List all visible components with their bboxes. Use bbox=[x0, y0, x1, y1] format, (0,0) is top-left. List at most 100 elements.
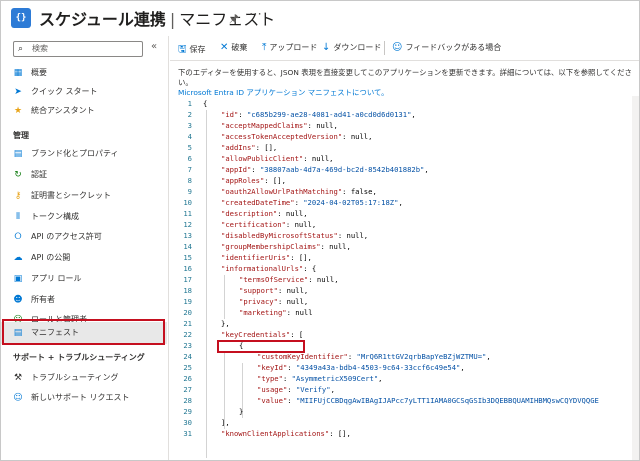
download-icon: ↓ bbox=[322, 42, 331, 53]
line-number: 30 bbox=[183, 418, 192, 427]
feedback-button[interactable]: ☺ フィードバックがある場合 bbox=[392, 42, 501, 53]
save-icon: 🖫 bbox=[178, 44, 187, 55]
indent-guide bbox=[224, 275, 225, 319]
code-text: "marketing": null bbox=[239, 308, 313, 317]
sidebar-item-label: 認証 bbox=[31, 170, 47, 179]
line-number: 12 bbox=[183, 220, 192, 229]
ellipsis-icon[interactable]: ⋯ bbox=[249, 7, 263, 22]
code-text: "id": "c685b299-ae28-4081-ad41-a0cd0d6d0… bbox=[221, 110, 416, 119]
line-number: 19 bbox=[183, 297, 192, 306]
title-separator: | bbox=[169, 10, 176, 29]
line-number: 22 bbox=[183, 330, 192, 339]
toolbar: 🖫 保存 ✕ 破棄 ⤒ アップロード ↓ ダウンロード ☺ フィードバックがある場合 bbox=[170, 36, 639, 61]
code-text: "appRoles": [], bbox=[221, 176, 286, 185]
support-icon: ☺ bbox=[13, 393, 23, 403]
sidebar-item-owners[interactable]: ☻ 所有者 bbox=[1, 290, 167, 310]
line-number: 6 bbox=[187, 154, 192, 163]
line-number: 4 bbox=[187, 132, 192, 141]
line-number: 28 bbox=[183, 396, 192, 405]
code-text: ], bbox=[221, 418, 230, 427]
wrench-icon: ⚒ bbox=[13, 373, 23, 383]
indent-guide bbox=[206, 110, 207, 458]
code-text: "disabledByMicrosoftStatus": null, bbox=[221, 231, 369, 240]
line-number: 15 bbox=[183, 253, 192, 262]
line-number: 14 bbox=[183, 242, 192, 251]
feedback-label: フィードバックがある場合 bbox=[405, 43, 502, 52]
sidebar-item-token-config[interactable]: ⫴ トークン構成 bbox=[1, 207, 167, 227]
sidebar-item-certificates[interactable]: ⚷ 証明書とシークレット bbox=[1, 186, 167, 206]
sidebar-item-label: アプリ ロール bbox=[31, 274, 82, 283]
code-text: "addIns": [], bbox=[221, 143, 278, 152]
sidebar-item-api-permissions[interactable]: ⭘ API のアクセス許可 bbox=[1, 227, 167, 247]
save-button[interactable]: 🖫 保存 bbox=[178, 42, 206, 59]
code-text: }, bbox=[221, 319, 230, 328]
grid-icon: ▦ bbox=[13, 68, 23, 78]
sidebar-item-new-support-request[interactable]: ☺ 新しいサポート リクエスト bbox=[1, 388, 167, 408]
sidebar-item-label: ブランド化とプロパティ bbox=[31, 149, 119, 158]
cloud-icon: ☁ bbox=[13, 253, 23, 263]
app-name: スケジュール連携 bbox=[39, 10, 166, 29]
code-text: "knownClientApplications": [], bbox=[221, 429, 351, 438]
sidebar-item-label: 新しいサポート リクエスト bbox=[31, 393, 130, 402]
auth-icon: ↻ bbox=[14, 170, 22, 180]
editor-scrollbar[interactable] bbox=[632, 96, 639, 460]
sidebar-item-label: 証明書とシークレット bbox=[31, 191, 111, 200]
sidebar-item-expose-api[interactable]: ☁ API の公開 bbox=[1, 248, 167, 268]
line-number: 10 bbox=[183, 198, 192, 207]
upload-button[interactable]: ⤒ アップロード bbox=[262, 42, 317, 53]
download-label: ダウンロード bbox=[333, 43, 382, 52]
owners-icon: ☻ bbox=[13, 295, 23, 305]
json-editor[interactable]: 1 {2 "id": "c685b299-ae28-4081-ad41-a0cd0d… bbox=[170, 96, 639, 460]
code-text: "accessTokenAcceptedVersion": null, bbox=[221, 132, 373, 141]
branding-icon: ▤ bbox=[13, 149, 23, 159]
toolbar-divider bbox=[384, 41, 385, 55]
code-text: } bbox=[239, 407, 244, 416]
line-number: 1 bbox=[187, 99, 192, 108]
line-number: 13 bbox=[183, 231, 192, 240]
line-number: 24 bbox=[183, 352, 192, 361]
sidebar-item-label: API のアクセス許可 bbox=[31, 232, 102, 241]
line-number: 9 bbox=[187, 187, 192, 196]
discard-button[interactable]: ✕ 破棄 bbox=[220, 42, 247, 53]
line-number: 11 bbox=[183, 209, 192, 218]
sidebar-item-label: 統合アシスタント bbox=[31, 106, 95, 115]
upload-icon: ⤒ bbox=[262, 42, 267, 53]
manifest-highlight-box bbox=[2, 319, 165, 345]
download-button[interactable]: ↓ ダウンロード bbox=[322, 42, 381, 53]
line-number: 26 bbox=[183, 374, 192, 383]
line-number: 21 bbox=[183, 319, 192, 328]
save-label: 保存 bbox=[189, 45, 206, 54]
line-number: 27 bbox=[183, 385, 192, 394]
sidebar-item-label: API の公開 bbox=[31, 253, 71, 262]
sidebar-item-troubleshooting[interactable]: ⚒ トラブルシューティング bbox=[1, 368, 167, 388]
code-text: "usage": "Verify", bbox=[257, 385, 335, 394]
code-text: "customKeyIdentifier": "MrQ6R1ttGV2qrbBa… bbox=[257, 352, 491, 361]
sidebar-item-quickstart[interactable]: ➤ クイック スタート bbox=[1, 82, 167, 102]
key-icon: ⚷ bbox=[14, 191, 22, 201]
line-number: 29 bbox=[183, 407, 192, 416]
line-number: 3 bbox=[187, 121, 192, 130]
code-text: "identifierUris": [], bbox=[221, 253, 312, 262]
upload-label: アップロード bbox=[269, 43, 318, 52]
sidebar-item-branding[interactable]: ▤ ブランド化とプロパティ bbox=[1, 144, 167, 164]
page-title: スケジュール連携 | マニフェスト bbox=[39, 6, 275, 30]
pin-icon[interactable]: 🖈 bbox=[229, 10, 239, 29]
code-text: "type": "AsymmetricX509Cert", bbox=[257, 374, 383, 383]
line-number: 31 bbox=[183, 429, 192, 438]
code-text: "keyCredentials": [ bbox=[221, 330, 304, 339]
sidebar-item-authentication[interactable]: ↻ 認証 bbox=[1, 165, 167, 185]
discard-label: 破棄 bbox=[231, 43, 248, 52]
search-placeholder: 検索 bbox=[32, 44, 48, 53]
rocket-icon: ➤ bbox=[14, 87, 22, 97]
sidebar-item-label: 概要 bbox=[31, 68, 47, 77]
sidebar-item-app-roles[interactable]: ▣ アプリ ロール bbox=[1, 269, 167, 289]
sidebar-item-overview[interactable]: ▦ 概要 bbox=[1, 63, 167, 83]
code-text: "allowPublicClient": null, bbox=[221, 154, 334, 163]
line-number: 17 bbox=[183, 275, 192, 284]
code-text: { bbox=[203, 99, 208, 108]
collapse-sidebar-icon[interactable]: « bbox=[151, 41, 157, 52]
sidebar-item-assistant[interactable]: ★ 統合アシスタント bbox=[1, 101, 167, 121]
section-support: サポート + トラブルシューティング bbox=[13, 353, 145, 362]
search-input[interactable]: ⌕ 検索 bbox=[13, 41, 143, 57]
code-text: "privacy": null, bbox=[239, 297, 309, 306]
